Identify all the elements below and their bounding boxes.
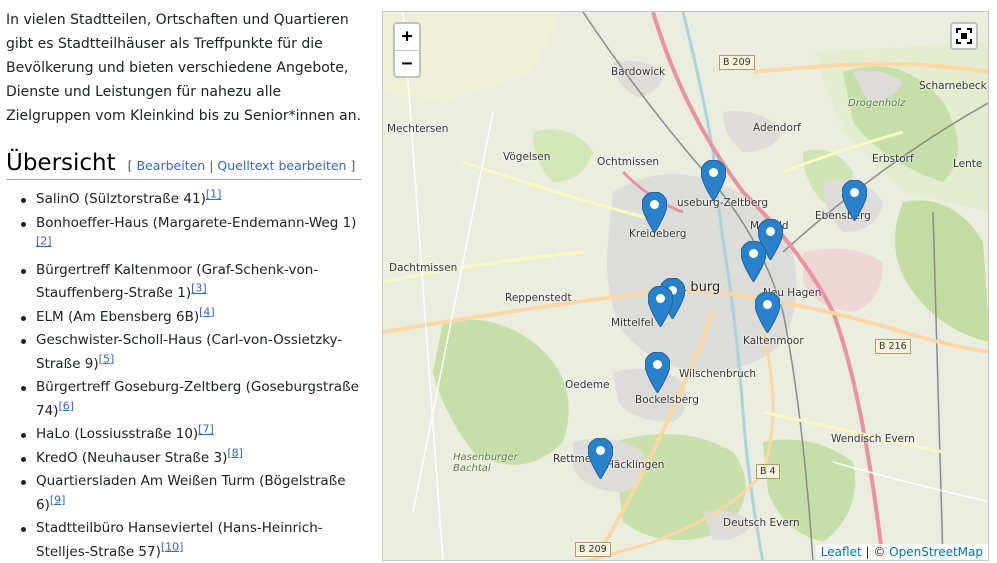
bracket-open: [ <box>127 158 133 173</box>
list-item: HaLo (Lossiusstraße 10)[7] <box>20 423 360 447</box>
map-marker-ebensberg[interactable] <box>842 180 867 221</box>
reference-link[interactable]: [7] <box>198 423 214 436</box>
map-marker-kreideberg[interactable] <box>642 192 667 233</box>
place-label-wendisch-evern: Wendisch Evern <box>831 433 915 445</box>
fullscreen-button[interactable] <box>950 22 978 50</box>
road-shield-b209: B 209 <box>719 55 755 70</box>
list-item: SalinO (Sülztorstraße 41)[1] <box>20 188 360 212</box>
place-label-kaltenmoor: Kaltenmoor <box>743 335 804 347</box>
intro-paragraph: In vielen Stadtteilen, Ortschaften und Q… <box>6 12 362 124</box>
reference-link[interactable]: [9] <box>50 493 66 506</box>
section-heading: Übersicht [ Bearbeiten | Quelltext bearb… <box>6 150 362 180</box>
section-title: Übersicht <box>6 150 116 176</box>
place-label-erbstorf: Erbstorf <box>872 153 914 165</box>
item-text: Geschwister-Scholl-Haus (Carl-von-Ossiet… <box>36 332 343 372</box>
list-item: Bonhoeffer-Haus (Margarete-Endemann-Weg … <box>20 212 360 259</box>
edit-section-links: [ Bearbeiten | Quelltext bearbeiten ] <box>128 158 356 173</box>
fullscreen-icon <box>956 28 972 44</box>
map-marker-kaltenmoor[interactable] <box>755 292 780 333</box>
place-label-reppenstedt: Reppenstedt <box>505 292 572 304</box>
reference-link[interactable]: [3] <box>191 282 207 295</box>
place-label-hasenburger-bachtal: Hasenburger Bachtal <box>453 452 518 474</box>
place-label-bockelsberg: Bockelsberg <box>635 394 699 406</box>
place-label-voegelsen: Vögelsen <box>503 151 551 163</box>
place-label-lente: Lente <box>953 158 983 170</box>
road-shield-b209-south: B 209 <box>575 542 611 557</box>
bracket-close: ] <box>350 158 356 173</box>
zoom-in-button[interactable]: + <box>395 24 419 50</box>
item-text: Bonhoeffer-Haus (Margarete-Endemann-Weg … <box>36 214 357 231</box>
list-item: Quartiersladen Am Weißen Turm (Bögelstra… <box>20 470 360 517</box>
zoom-out-button[interactable]: − <box>395 50 419 76</box>
map-marker-bockelsberg[interactable] <box>645 352 670 393</box>
place-label-rettmer: Rettme <box>553 453 592 465</box>
leaflet-link[interactable]: Leaflet <box>821 545 862 559</box>
item-text: HaLo (Lossiusstraße 10) <box>36 426 199 442</box>
map-marker-mittelfeld[interactable] <box>648 286 673 327</box>
place-label-adendorf: Adendorf <box>753 122 801 134</box>
reference-link[interactable]: [6] <box>58 399 74 412</box>
map-container[interactable]: Bardowick Scharnebeck Drogenholz Mechter… <box>382 11 989 561</box>
reference-link[interactable]: [4] <box>199 305 215 318</box>
zoom-control: + − <box>393 22 421 78</box>
item-text: SalinO (Sülztorstraße 41) <box>36 191 206 207</box>
place-label-mechtersen: Mechtersen <box>387 123 449 135</box>
reference-link[interactable]: [1] <box>206 188 222 201</box>
edit-link[interactable]: Bearbeiten <box>137 158 206 173</box>
place-label-deutsch-evern: Deutsch Evern <box>723 517 800 529</box>
map-marker-goseburg[interactable] <box>701 160 726 201</box>
map-marker-hanseviertel[interactable] <box>741 241 766 282</box>
road-shield-b216: B 216 <box>875 339 911 354</box>
item-text: Quartiersladen Am Weißen Turm (Bögelstra… <box>36 473 346 513</box>
edit-source-link[interactable]: Quelltext bearbeiten <box>217 158 346 173</box>
item-text: Bürgertreff Goseburg-Zeltberg (Goseburgs… <box>36 379 359 419</box>
map-marker-haecklingen[interactable] <box>588 438 613 479</box>
list-item: ELM (Am Ebensberg 6B)[4] <box>20 306 360 330</box>
article-content: In vielen Stadtteilen, Ortschaften und Q… <box>6 8 368 563</box>
openstreetmap-link[interactable]: OpenStreetMap <box>889 545 983 559</box>
reference-link[interactable]: [10] <box>161 540 184 553</box>
item-text: Bürgertreff Kaltenmoor (Graf-Schenk-von-… <box>36 261 319 302</box>
reference-link[interactable]: [8] <box>227 446 243 459</box>
reference-link[interactable]: [5] <box>99 352 115 365</box>
map-attribution: Leaflet | © OpenStreetMap <box>815 544 988 560</box>
place-label-drogenholz: Drogenholz <box>848 98 906 109</box>
place-label-bardowick: Bardowick <box>611 66 666 78</box>
stadtteilhaus-list: SalinO (Sülztorstraße 41)[1] Bonhoeffer-… <box>20 188 360 563</box>
place-label-haecklingen: Häcklingen <box>606 459 665 471</box>
edit-separator: | <box>209 158 214 173</box>
attribution-separator: | © <box>861 545 890 559</box>
place-label-oedeme: Oedeme <box>565 379 610 391</box>
place-label-dachtmissen: Dachtmissen <box>389 262 458 274</box>
place-label-lueneburg: L burg <box>679 280 721 295</box>
list-item: Geschwister-Scholl-Haus (Carl-von-Ossiet… <box>20 329 360 376</box>
list-item: KredO (Neuhauser Straße 3)[8] <box>20 447 360 471</box>
list-item: Bürgertreff Goseburg-Zeltberg (Goseburgs… <box>20 376 360 423</box>
item-text: KredO (Neuhauser Straße 3) <box>36 449 228 466</box>
reference-link[interactable]: [2] <box>36 235 52 248</box>
place-label-ochtmissen: Ochtmissen <box>597 156 660 168</box>
road-shield-b4: B 4 <box>756 464 780 479</box>
place-label-wilschenbruch: Wilschenbruch <box>679 368 757 380</box>
list-item: Stadtteilbüro Hanseviertel (Hans-Heinric… <box>20 517 360 563</box>
place-label-scharnebeck: Scharnebeck <box>919 80 987 92</box>
list-item: Bürgertreff Kaltenmoor (Graf-Schenk-von-… <box>20 259 360 306</box>
item-text: ELM (Am Ebensberg 6B) <box>36 308 200 325</box>
